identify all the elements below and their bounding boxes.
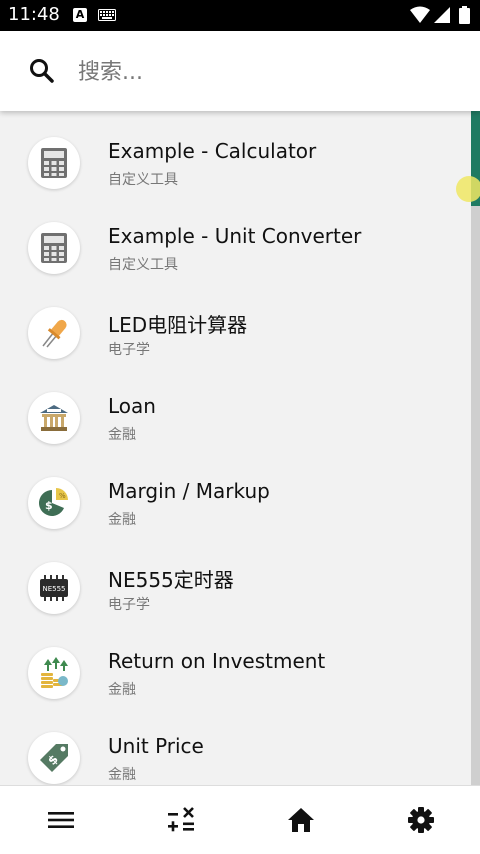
svg-text:%: %	[59, 492, 66, 500]
item-title: NE555定时器	[108, 568, 234, 592]
search-icon[interactable]	[29, 58, 55, 84]
item-subtitle: 自定义工具	[108, 257, 178, 273]
item-subtitle: 金融	[108, 427, 136, 443]
calculator-icon	[28, 137, 80, 189]
bank-icon	[28, 392, 80, 444]
signal-icon	[434, 7, 450, 23]
bottom-navigation	[0, 785, 480, 854]
item-subtitle: 电子学	[108, 342, 150, 358]
list-item-unit-converter[interactable]: Example - Unit Converter 自定义工具	[0, 196, 470, 281]
list-item-margin-markup[interactable]: $ % Margin / Markup 金融	[0, 451, 470, 536]
tool-list: Example - Calculator 自定义工具 Example - Uni…	[0, 111, 470, 785]
list-item-ne555[interactable]: NE555 NE555定时器 电子学	[0, 536, 470, 621]
chip-icon: NE555	[28, 562, 80, 614]
item-subtitle: 金融	[108, 767, 136, 783]
list-item-roi[interactable]: Return on Investment 金融	[0, 621, 470, 706]
svg-text:$: $	[45, 499, 53, 512]
item-title: Example - Unit Converter	[108, 224, 362, 248]
notification-a-icon: A	[73, 8, 87, 22]
item-subtitle: 电子学	[108, 597, 150, 613]
status-time: 11:48	[8, 4, 60, 25]
list-item-calculator[interactable]: Example - Calculator 自定义工具	[0, 111, 470, 196]
status-bar: 11:48 A	[0, 0, 480, 31]
calculator-ops-icon	[168, 807, 194, 832]
item-subtitle: 金融	[108, 682, 136, 698]
item-title: Loan	[108, 394, 156, 418]
item-title: Margin / Markup	[108, 479, 270, 503]
item-subtitle: 金融	[108, 512, 136, 528]
calculator-icon	[28, 222, 80, 274]
menu-icon	[48, 812, 74, 828]
pie-money-icon: $ %	[28, 477, 80, 529]
item-title: Unit Price	[108, 734, 204, 758]
coins-growth-icon	[28, 647, 80, 699]
touch-indicator	[456, 176, 480, 202]
home-button[interactable]	[285, 804, 317, 836]
item-subtitle: 自定义工具	[108, 172, 178, 188]
search-input[interactable]	[76, 53, 460, 91]
search-bar	[0, 31, 480, 111]
led-icon	[28, 307, 80, 359]
list-item-loan[interactable]: Loan 金融	[0, 366, 470, 451]
list-item-led-resistor[interactable]: LED电阻计算器 电子学	[0, 281, 470, 366]
keyboard-icon	[98, 9, 116, 21]
battery-icon	[459, 6, 470, 24]
home-icon	[288, 808, 314, 832]
wifi-icon	[410, 6, 430, 23]
item-title: Example - Calculator	[108, 139, 317, 163]
list-item-unit-price[interactable]: $ Unit Price 金融	[0, 706, 470, 785]
item-title: Return on Investment	[108, 649, 326, 673]
scrollbar[interactable]	[471, 111, 480, 785]
svg-text:NE555: NE555	[42, 585, 65, 593]
settings-icon	[408, 807, 434, 833]
price-tag-icon: $	[28, 732, 80, 784]
menu-button[interactable]	[45, 804, 77, 836]
calculator-ops-button[interactable]	[165, 804, 197, 836]
settings-button[interactable]	[405, 804, 437, 836]
item-title: LED电阻计算器	[108, 313, 248, 337]
